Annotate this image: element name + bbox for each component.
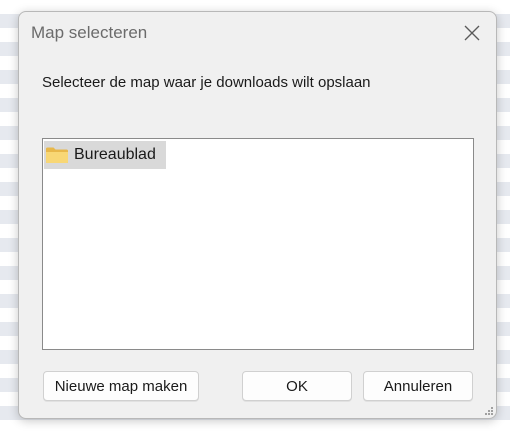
title-bar[interactable]: Map selecteren — [19, 12, 496, 54]
dialog-title: Map selecteren — [31, 23, 148, 42]
folder-label: Bureaublad — [74, 146, 156, 163]
dialog-prompt: Selecteer de map waar je downloads wilt … — [42, 74, 371, 91]
new-folder-button[interactable]: Nieuwe map maken — [43, 371, 199, 401]
folder-item-bureaublad[interactable]: Bureaublad — [44, 141, 166, 169]
folder-tree[interactable]: Bureaublad — [42, 138, 474, 350]
cancel-button[interactable]: Annuleren — [363, 371, 473, 401]
ok-button[interactable]: OK — [242, 371, 352, 401]
close-button[interactable] — [456, 18, 488, 48]
resize-grip-icon[interactable] — [484, 406, 494, 416]
select-folder-dialog: Map selecteren Selecteer de map waar je … — [18, 11, 497, 419]
folder-icon — [46, 147, 68, 163]
close-icon — [464, 25, 480, 41]
